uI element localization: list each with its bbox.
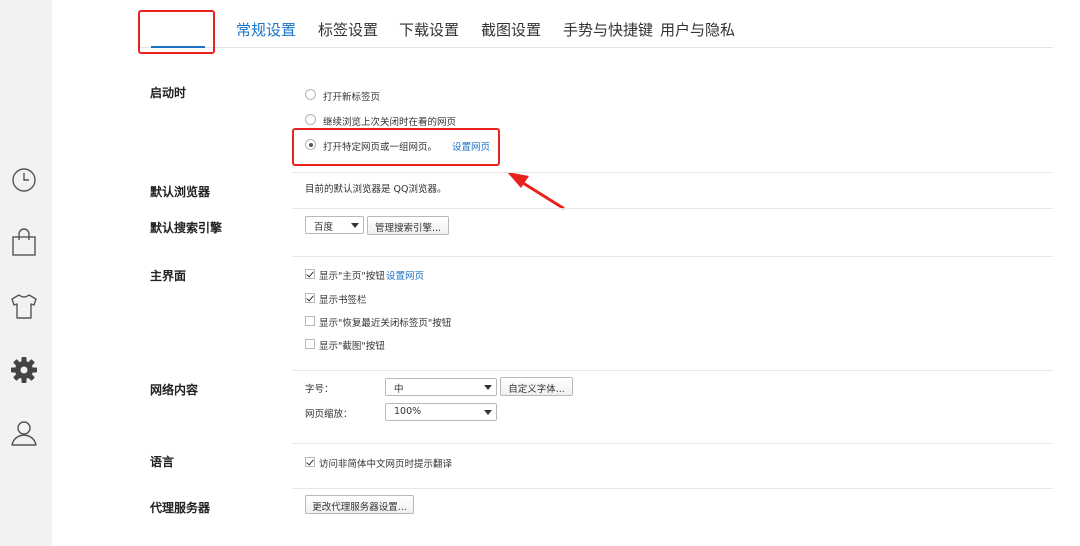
user-icon[interactable] [10,419,38,447]
tab-screenshot[interactable]: 截图设置 [481,19,541,40]
default-browser-label: 默认浏览器 [150,185,211,199]
tab-general[interactable]: 常规设置 [236,19,296,40]
web-content-label: 网络内容 [150,383,199,397]
zoom-value: 100% [394,406,422,417]
checkbox-translate-prompt-label: 访问非简体中文网页时提示翻译 [319,459,453,470]
home-set-pages-link[interactable]: 设置网页 [386,268,424,282]
checkbox-show-restore-label: 显示"恢复最近关闭标签页"按钮 [319,318,452,329]
chevron-down-icon [351,223,359,228]
checkbox-translate-prompt[interactable] [305,457,315,467]
font-size-label: 字号： [305,384,334,395]
zoom-label: 网页缩放： [305,409,353,420]
chevron-down-icon [484,410,492,415]
change-proxy-button[interactable]: 更改代理服务器设置... [305,495,414,514]
language-label: 语言 [150,455,175,469]
zoom-select[interactable]: 100% [385,403,497,421]
tab-gestures-shortcuts[interactable]: 手势与快捷键 [563,19,653,40]
checkbox-show-bookmarks-label: 显示书签栏 [319,295,367,306]
checkbox-show-bookmarks[interactable] [305,293,315,303]
shirt-icon[interactable] [10,292,38,320]
settings-tabs: 常规设置 标签设置 下载设置 截图设置 手势与快捷键 用户与隐私 [138,0,1053,48]
search-engine-value: 百度 [314,222,334,233]
search-engine-select[interactable]: 百度 [305,216,364,234]
startup-radio-continue[interactable] [305,114,316,125]
settings-panel: 常规设置 标签设置 下载设置 截图设置 手势与快捷键 用户与隐私 启动时 打开新… [52,0,1080,546]
checkbox-show-restore[interactable] [305,316,315,326]
startup-label: 启动时 [150,86,187,100]
tab-highlight-box [138,10,215,54]
divider [292,370,1053,371]
divider [292,208,1053,209]
divider [292,488,1053,489]
shopping-bag-icon[interactable] [10,228,38,256]
checkbox-show-screenshot[interactable] [305,339,315,349]
divider [292,256,1053,257]
startup-highlight-box [292,128,500,166]
startup-radio-new-tab[interactable] [305,89,316,100]
main-ui-label: 主界面 [150,269,187,283]
checkbox-show-screenshot-label: 显示"截图"按钮 [319,341,385,352]
divider [292,172,1053,173]
clock-icon[interactable] [10,166,38,194]
chevron-down-icon [484,385,492,390]
startup-option-new-tab: 打开新标签页 [323,92,381,103]
custom-font-button[interactable]: 自定义字体... [500,377,573,396]
search-engine-label: 默认搜索引擎 [150,221,223,235]
tab-tabs[interactable]: 标签设置 [318,19,378,40]
sidebar [0,0,52,546]
manage-search-engines-button[interactable]: 管理搜索引擎... [367,216,449,235]
gear-icon[interactable] [10,356,38,384]
tab-user-privacy[interactable]: 用户与隐私 [660,19,735,40]
font-size-value: 中 [394,384,404,395]
default-browser-text: 目前的默认浏览器是 QQ浏览器。 [305,184,447,195]
divider [292,443,1053,444]
proxy-label: 代理服务器 [150,501,211,515]
checkbox-show-home[interactable] [305,269,315,279]
annotation-arrow-icon [507,172,565,210]
checkbox-show-home-label: 显示"主页"按钮 [319,271,385,282]
startup-option-continue: 继续浏览上次关闭时在看的网页 [323,117,457,128]
tab-download[interactable]: 下载设置 [399,19,459,40]
font-size-select[interactable]: 中 [385,378,497,396]
